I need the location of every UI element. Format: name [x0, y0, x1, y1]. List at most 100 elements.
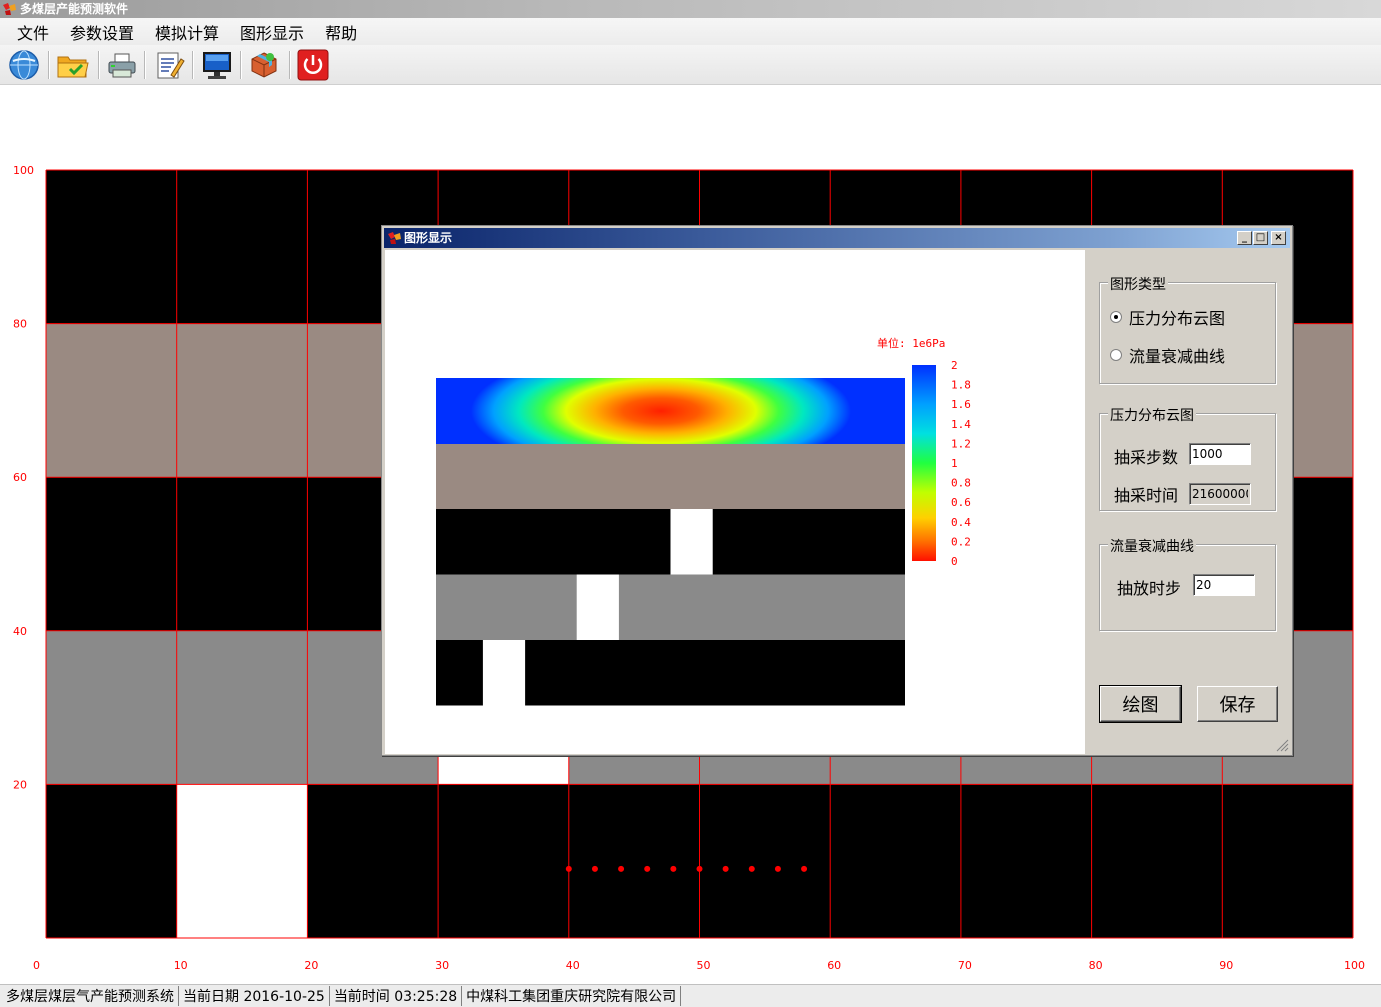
- well-point-7: [748, 865, 755, 872]
- pressure-settings-title: 压力分布云图: [1108, 405, 1196, 425]
- y-tick-label: 20: [13, 778, 27, 791]
- x-tick-label: 80: [1089, 959, 1103, 972]
- colorbar-tick-label: 0.2: [951, 535, 971, 548]
- well-point-8: [774, 865, 781, 872]
- well-point-1: [591, 865, 598, 872]
- seam-layer-1: [436, 443, 905, 509]
- close-icon: ×: [1274, 232, 1283, 243]
- menu-graphics[interactable]: 图形显示: [240, 20, 304, 44]
- package-button[interactable]: [246, 48, 282, 82]
- well-point-4: [670, 865, 677, 872]
- well-point-2: [618, 865, 625, 872]
- power-icon: [297, 49, 329, 81]
- minimize-button[interactable]: _: [1237, 231, 1252, 245]
- status-time: 当前时间 03:25:28: [334, 986, 463, 1006]
- well-point-3: [644, 865, 651, 872]
- menu-file[interactable]: 文件: [17, 20, 49, 44]
- seam-layer-3: [436, 574, 905, 640]
- colorbar-tick-label: 1.4: [951, 418, 971, 431]
- monitor-button[interactable]: [199, 48, 235, 82]
- colorbar-tick-label: 1.8: [951, 379, 971, 392]
- extraction-time-input[interactable]: [1189, 483, 1251, 505]
- print-icon: [108, 53, 136, 78]
- x-tick-label: 90: [1219, 959, 1233, 972]
- chart-type-group: 图形类型 压力分布云图 流量衰减曲线: [1099, 274, 1276, 384]
- radio-flow-label: 流量衰减曲线: [1129, 347, 1226, 366]
- x-tick-label: 50: [697, 959, 711, 972]
- open-button[interactable]: [55, 48, 91, 82]
- menu-help[interactable]: 帮助: [325, 20, 357, 44]
- radio-unselected-icon: [1110, 349, 1122, 361]
- seam-gap-2: [670, 509, 713, 575]
- unit-label: 单位: 1e6Pa: [877, 336, 945, 350]
- dialog-logo-icon: [388, 232, 401, 244]
- menu-parameters[interactable]: 参数设置: [70, 20, 134, 44]
- x-tick-label: 40: [566, 959, 580, 972]
- colorbar-tick-label: 1: [951, 457, 958, 470]
- well-point-9: [801, 865, 808, 872]
- x-tick-label: 60: [827, 959, 841, 972]
- toolbar: [0, 45, 1381, 85]
- control-panel: 图形类型 压力分布云图 流量衰减曲线 压力分布云图 抽采步数 抽采时间 流量衰减…: [1085, 250, 1291, 754]
- status-system: 多煤层煤层气产能预测系统: [6, 986, 179, 1006]
- drainage-step-input[interactable]: [1193, 574, 1255, 596]
- flow-settings-group: 流量衰减曲线 抽放时步: [1099, 536, 1276, 631]
- resize-grip-icon[interactable]: [1275, 738, 1289, 752]
- status-date: 当前日期 2016-10-25: [183, 986, 330, 1006]
- colorbar-tick-label: 0.8: [951, 477, 971, 490]
- x-tick-label: 100: [1344, 959, 1365, 972]
- globe-button[interactable]: [6, 48, 42, 82]
- chart-type-title: 图形类型: [1108, 274, 1168, 294]
- title-bar: 多煤层产能预测软件: [0, 0, 1381, 18]
- dialog-title-bar: 图形显示 _ □ ×: [384, 228, 1290, 248]
- radio-selected-icon: [1110, 311, 1122, 323]
- extraction-steps-label: 抽采步数: [1114, 448, 1179, 467]
- y-tick-label: 80: [13, 318, 27, 331]
- maximize-button[interactable]: □: [1253, 231, 1268, 245]
- minimize-icon: _: [1242, 232, 1247, 243]
- edit-notes-icon: [157, 52, 185, 79]
- pressure-plot-canvas: 单位: 1e6Pa 2 1.8 1.6 1.4 1.2 1 0.8 0.6 0.4 0.2 0: [385, 250, 1085, 754]
- close-button[interactable]: ×: [1271, 231, 1286, 245]
- draw-button[interactable]: 绘图: [1099, 685, 1182, 723]
- y-tick-label: 100: [13, 164, 34, 177]
- flow-settings-title: 流量衰减曲线: [1108, 536, 1196, 556]
- colorbar-tick-label: 0: [951, 555, 958, 568]
- pressure-settings-group: 压力分布云图 抽采步数 抽采时间: [1099, 405, 1276, 511]
- print-button[interactable]: [104, 48, 140, 82]
- colorbar: [912, 365, 936, 561]
- status-organization: 中煤科工集团重庆研究院有限公司: [466, 986, 682, 1006]
- layer-gap-4: [176, 784, 308, 938]
- well-point-6: [722, 865, 729, 872]
- x-tick-label: 10: [174, 959, 188, 972]
- radio-pressure-cloud[interactable]: 压力分布云图: [1110, 305, 1225, 329]
- maximize-icon: □: [1255, 232, 1266, 243]
- extraction-time-label: 抽采时间: [1114, 486, 1179, 505]
- x-tick-label: 20: [304, 959, 318, 972]
- edit-button[interactable]: [151, 48, 187, 82]
- graphics-dialog: 图形显示 _ □ × 单位: 1e6Pa 2 1.8 1.6 1.4 1.2 1…: [381, 225, 1293, 756]
- radio-pressure-label: 压力分布云图: [1129, 309, 1226, 328]
- app-title: 多煤层产能预测软件: [20, 2, 129, 16]
- well-point-0: [565, 865, 572, 872]
- open-folder-icon: [57, 56, 89, 78]
- app-logo-icon: [3, 3, 16, 15]
- menu-simulate[interactable]: 模拟计算: [155, 20, 219, 44]
- drainage-step-label: 抽放时步: [1117, 579, 1182, 598]
- colorbar-tick-label: 0.6: [951, 496, 971, 509]
- colorbar-tick-label: 1.6: [951, 398, 971, 411]
- draw-button-label: 绘图: [1122, 695, 1159, 716]
- radio-flow-decline[interactable]: 流量衰减曲线: [1110, 343, 1225, 367]
- y-tick-label: 40: [13, 625, 27, 638]
- y-tick-label: 60: [13, 471, 27, 484]
- status-bar: 多煤层煤层气产能预测系统 当前日期 2016-10-25 当前时间 03:25:…: [0, 984, 1381, 1007]
- save-button[interactable]: 保存: [1197, 686, 1278, 722]
- pressure-plot: 单位: 1e6Pa 2 1.8 1.6 1.4 1.2 1 0.8 0.6 0.4 0.2 0: [436, 336, 971, 706]
- dialog-title: 图形显示: [404, 231, 453, 245]
- seam-gap-4: [482, 640, 526, 706]
- x-tick-label: 70: [958, 959, 972, 972]
- exit-button[interactable]: [295, 48, 331, 82]
- extraction-steps-input[interactable]: [1189, 443, 1251, 465]
- package-icon: [251, 52, 277, 78]
- colorbar-tick-label: 1.2: [951, 437, 971, 450]
